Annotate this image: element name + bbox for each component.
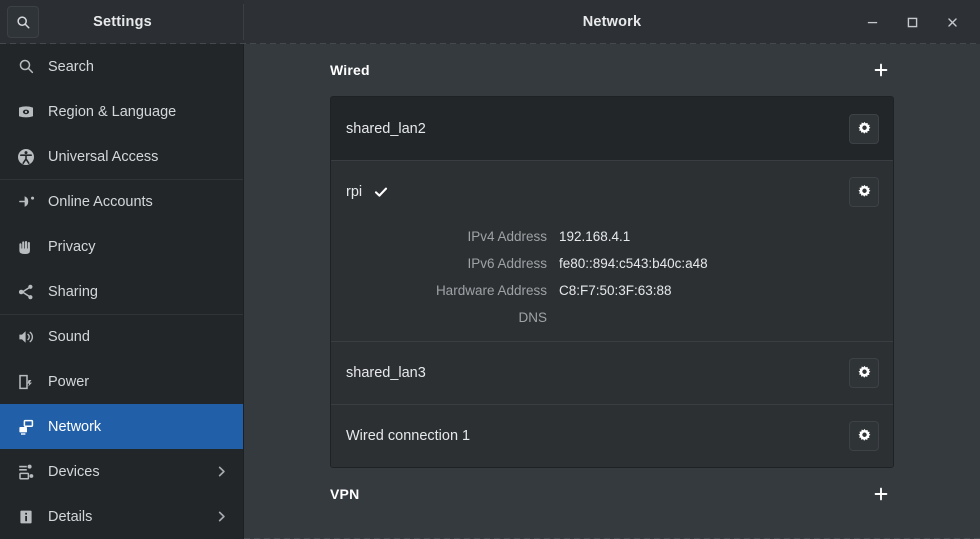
window-controls bbox=[852, 2, 980, 42]
sidebar-item-network[interactable]: Network bbox=[0, 404, 244, 449]
sidebar-item-universal-access[interactable]: Universal Access bbox=[0, 134, 244, 179]
detail-label: DNS bbox=[518, 310, 547, 325]
gear-icon bbox=[857, 184, 872, 199]
sidebar-item-sound[interactable]: Sound bbox=[0, 314, 244, 359]
sidebar-item-sharing[interactable]: Sharing bbox=[0, 269, 244, 314]
connection-row-shared-lan2[interactable]: shared_lan2 bbox=[331, 97, 893, 160]
sidebar-item-online-accounts[interactable]: Online Accounts bbox=[0, 179, 244, 224]
detail-value: fe80::894:c543:b40c:a48 bbox=[559, 256, 708, 271]
minimize-button[interactable] bbox=[852, 2, 892, 42]
add-wired-connection-button[interactable] bbox=[868, 57, 894, 83]
section-title: Wired bbox=[330, 62, 370, 78]
chevron-right-icon bbox=[215, 510, 228, 523]
detail-row: DNS bbox=[346, 304, 879, 331]
sidebar-item-label: Search bbox=[48, 58, 94, 75]
detail-row: Hardware Address C8:F7:50:3F:63:88 bbox=[346, 277, 879, 304]
detail-value: 192.168.4.1 bbox=[559, 229, 631, 244]
connection-details-rpi: IPv4 Address 192.168.4.1 IPv6 Address fe… bbox=[331, 223, 893, 341]
sidebar-item-label: Details bbox=[48, 508, 93, 525]
sidebar: Search Region & Language Universal Acces… bbox=[0, 44, 244, 539]
gear-icon bbox=[857, 121, 872, 136]
sharing-icon bbox=[14, 283, 38, 301]
privacy-hand-icon bbox=[14, 238, 38, 256]
chevron-right-icon bbox=[215, 465, 228, 478]
network-icon bbox=[14, 418, 38, 436]
search-button[interactable] bbox=[7, 6, 39, 38]
sidebar-item-power[interactable]: Power bbox=[0, 359, 244, 404]
connection-row-wired-connection-1[interactable]: Wired connection 1 bbox=[331, 404, 893, 467]
sidebar-item-label: Power bbox=[48, 373, 90, 390]
sidebar-group-hardware: Sound Power Network Devices Details bbox=[0, 314, 244, 539]
check-icon bbox=[374, 185, 388, 199]
details-info-icon bbox=[14, 508, 38, 526]
window-body: Search Region & Language Universal Acces… bbox=[0, 44, 980, 539]
sidebar-item-privacy[interactable]: Privacy bbox=[0, 224, 244, 269]
network-panel: Wired shared_lan2 rpi IPv4 Address 192.1… bbox=[244, 44, 980, 539]
titlebar-main-section: Network bbox=[244, 0, 980, 44]
connection-name: Wired connection 1 bbox=[346, 427, 471, 444]
section-title: VPN bbox=[330, 486, 360, 502]
titlebar: Settings Network bbox=[0, 0, 980, 44]
connection-name: shared_lan2 bbox=[346, 120, 426, 137]
gear-icon bbox=[857, 365, 872, 380]
sidebar-item-label: Privacy bbox=[48, 238, 96, 255]
sidebar-item-region-language[interactable]: Region & Language bbox=[0, 89, 244, 134]
sound-speaker-icon bbox=[14, 328, 38, 346]
connection-settings-button[interactable] bbox=[849, 176, 879, 207]
add-vpn-connection-button[interactable] bbox=[868, 481, 894, 507]
settings-window: Settings Network Search Region & Languag… bbox=[0, 0, 980, 539]
sidebar-item-search[interactable]: Search bbox=[0, 44, 244, 89]
sidebar-item-label: Network bbox=[48, 418, 102, 435]
sidebar-item-devices[interactable]: Devices bbox=[0, 449, 244, 494]
sidebar-item-label: Universal Access bbox=[48, 148, 159, 165]
gear-icon bbox=[857, 428, 872, 443]
detail-row: IPv6 Address fe80::894:c543:b40c:a48 bbox=[346, 250, 879, 277]
connection-settings-button[interactable] bbox=[849, 357, 879, 388]
sidebar-item-label: Sharing bbox=[48, 283, 98, 300]
network-scroll-area: Wired shared_lan2 rpi IPv4 Address 192.1… bbox=[244, 44, 980, 520]
devices-icon bbox=[14, 463, 38, 481]
plus-icon bbox=[873, 62, 889, 78]
titlebar-sidebar-section: Settings bbox=[0, 0, 244, 44]
detail-label: IPv4 Address bbox=[467, 229, 547, 244]
sidebar-group-personal: Search Region & Language Universal Acces… bbox=[0, 44, 244, 179]
connection-row-rpi[interactable]: rpi bbox=[331, 160, 893, 223]
connection-settings-button[interactable] bbox=[849, 420, 879, 451]
search-icon bbox=[16, 15, 31, 30]
connection-name: shared_lan3 bbox=[346, 364, 426, 381]
power-battery-icon bbox=[14, 373, 38, 391]
wired-connections-panel: shared_lan2 rpi IPv4 Address 192.168.4.1… bbox=[330, 96, 894, 468]
connection-name: rpi bbox=[346, 183, 363, 200]
sidebar-item-label: Region & Language bbox=[48, 103, 177, 120]
connection-settings-button[interactable] bbox=[849, 113, 879, 144]
search-icon bbox=[14, 58, 38, 75]
plus-icon bbox=[873, 486, 889, 502]
detail-label: Hardware Address bbox=[435, 283, 547, 298]
sidebar-item-details[interactable]: Details bbox=[0, 494, 244, 539]
close-button[interactable] bbox=[932, 2, 972, 42]
connection-row-shared-lan3[interactable]: shared_lan3 bbox=[331, 341, 893, 404]
detail-value: C8:F7:50:3F:63:88 bbox=[559, 283, 672, 298]
online-accounts-icon bbox=[14, 193, 38, 210]
detail-label: IPv6 Address bbox=[467, 256, 547, 271]
sidebar-item-label: Devices bbox=[48, 463, 100, 480]
detail-row: IPv4 Address 192.168.4.1 bbox=[346, 223, 879, 250]
section-header-wired: Wired bbox=[330, 44, 894, 96]
sidebar-group-privacy: Online Accounts Privacy Sharing bbox=[0, 179, 244, 314]
sidebar-item-label: Sound bbox=[48, 328, 90, 345]
universal-access-icon bbox=[14, 148, 38, 166]
region-language-icon bbox=[14, 103, 38, 121]
section-header-vpn: VPN bbox=[330, 468, 894, 520]
app-title: Settings bbox=[93, 14, 152, 30]
maximize-button[interactable] bbox=[892, 2, 932, 42]
sidebar-item-label: Online Accounts bbox=[48, 193, 153, 210]
